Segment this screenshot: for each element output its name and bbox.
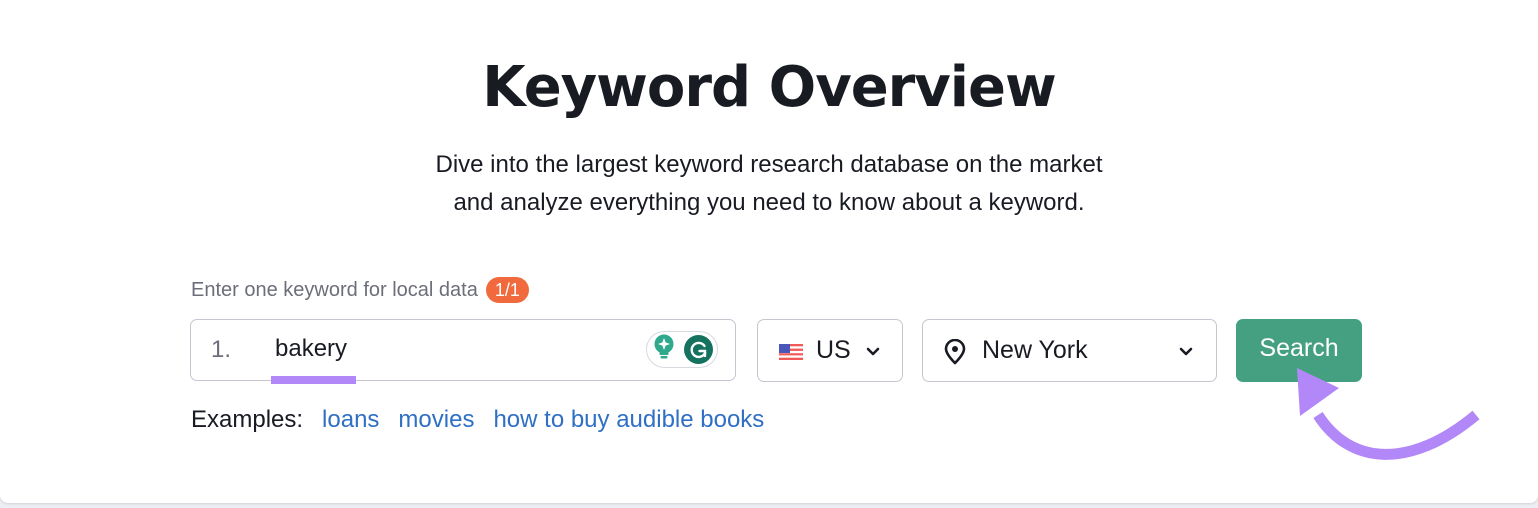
us-flag-icon (779, 344, 803, 365)
keyword-overview-card: Keyword Overview Dive into the largest k… (0, 0, 1538, 503)
example-link-loans[interactable]: loans (322, 406, 379, 434)
database-select-value: US (816, 336, 851, 364)
page-subtitle: Dive into the largest keyword research d… (0, 146, 1538, 222)
subtitle-line-1: Dive into the largest keyword research d… (435, 151, 1103, 178)
keyword-field-label-text: Enter one keyword for local data (191, 278, 478, 301)
chevron-down-icon (1178, 345, 1194, 363)
lightbulb-icon[interactable] (654, 334, 674, 365)
keyword-count-badge: 1/1 (485, 277, 529, 303)
location-select-value: New York (982, 336, 1088, 364)
example-link-audible-books[interactable]: how to buy audible books (493, 406, 764, 434)
keyword-highlight-underline (271, 376, 356, 384)
grammarly-icon[interactable] (684, 335, 713, 364)
annotation-arrow-icon (1297, 368, 1480, 460)
keyword-input[interactable]: 1. bakery (190, 319, 736, 384)
database-select[interactable]: US (757, 319, 903, 382)
examples-row: Examples: loans movies how to buy audibl… (191, 406, 764, 434)
location-pin-icon (943, 338, 967, 370)
example-link-movies[interactable]: movies (398, 406, 474, 434)
keyword-input-value[interactable]: bakery (275, 335, 347, 363)
page-title: Keyword Overview (482, 55, 1056, 120)
examples-label: Examples: (191, 406, 304, 433)
keyword-field-label: Enter one keyword for local data 1/1 (191, 277, 529, 303)
keyword-line-number: 1. (211, 336, 232, 363)
subtitle-line-2: and analyze everything you need to know … (453, 189, 1085, 216)
chevron-down-icon (865, 345, 881, 363)
extension-icons (646, 331, 718, 368)
location-select[interactable]: New York (922, 319, 1217, 382)
